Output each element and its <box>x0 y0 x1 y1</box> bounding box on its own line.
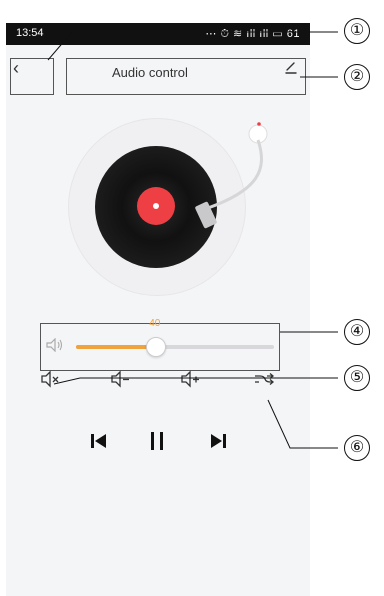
callout-4: ④ <box>344 319 370 345</box>
callout-6: ⑥ <box>344 435 370 461</box>
callout-2: ② <box>344 64 370 90</box>
callout-1: ① <box>344 18 370 44</box>
callout-5: ⑤ <box>344 365 370 391</box>
callout-leader-lines <box>47 31 338 449</box>
